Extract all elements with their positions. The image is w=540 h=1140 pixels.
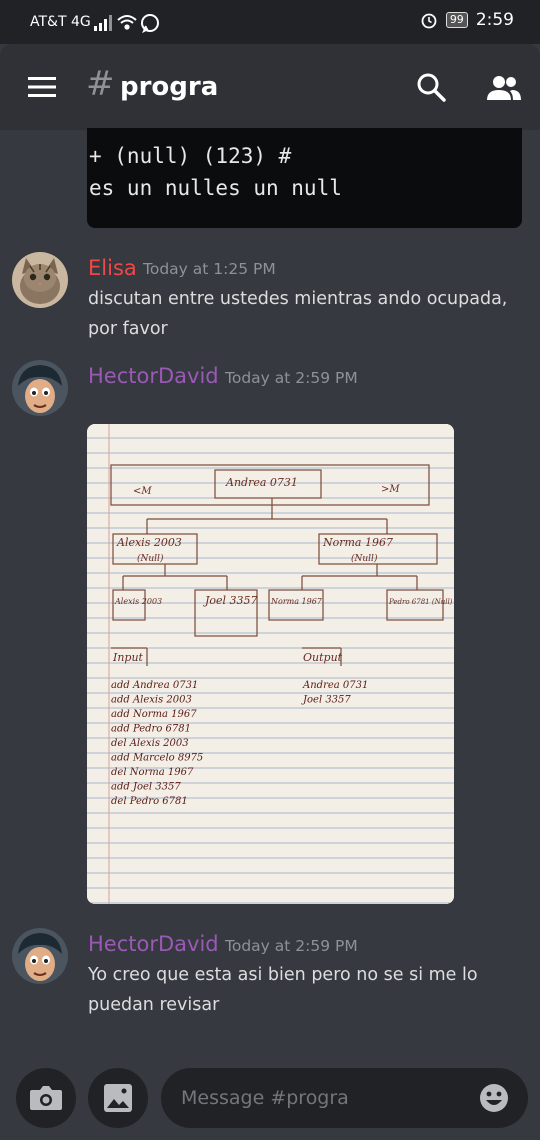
input-line: del Pedro 6781: [111, 796, 188, 807]
tree-node: Norma 1967: [322, 536, 393, 549]
carrier-label: AT&T 4G: [30, 14, 91, 30]
tree-label-left: <M: [133, 486, 152, 497]
members-icon[interactable]: [486, 74, 522, 102]
input-line: add Marcelo 8975: [111, 753, 203, 764]
author-name[interactable]: HectorDavid: [88, 364, 219, 388]
timestamp: Today at 2:59 PM: [225, 369, 358, 387]
input-line: del Alexis 2003: [111, 738, 189, 749]
signal-icon: [94, 15, 112, 31]
timestamp: Today at 1:25 PM: [143, 260, 276, 278]
tree-leaf: Alexis 2003: [114, 597, 162, 606]
signal-wifi-whatsapp-icons: [94, 14, 159, 34]
camera-button[interactable]: [16, 1068, 76, 1128]
wifi-icon: [117, 15, 137, 30]
camera-icon: [30, 1086, 62, 1110]
tree-node: (Null): [137, 553, 164, 564]
input-line: add Andrea 0731: [111, 680, 198, 691]
code-line: es un nulles un null: [89, 176, 342, 200]
tree-root: Andrea 0731: [225, 476, 298, 489]
author-name[interactable]: HectorDavid: [88, 932, 219, 956]
battery-icon: 99: [445, 12, 468, 28]
status-right: 99 2:59: [420, 10, 514, 30]
emoji-icon[interactable]: [478, 1082, 510, 1114]
output-line: Andrea 0731: [302, 680, 368, 691]
tree-label-right: >M: [381, 484, 400, 495]
tree-node: Alexis 2003: [116, 536, 182, 549]
search-icon[interactable]: [416, 72, 446, 102]
message-text: discutan entre ustedes mientras ando ocu…: [88, 289, 508, 339]
channel-title: progra: [120, 72, 219, 102]
message-text: Yo creo que esta asi bien pero no se si …: [88, 965, 478, 1015]
message-input[interactable]: [179, 1082, 463, 1114]
tree-leaf: Norma 1967: [270, 597, 323, 606]
image-attachment[interactable]: <M >M Andrea 0731 Alexis 2003 (Null) Nor…: [87, 424, 454, 904]
image-button[interactable]: [88, 1068, 148, 1128]
alarm-icon: [421, 13, 437, 29]
output-header: Output: [303, 651, 343, 664]
channel-hash-icon: #: [86, 64, 115, 104]
clock: 2:59: [475, 10, 514, 30]
hamburger-menu-icon[interactable]: [28, 76, 56, 98]
code-block: + (null) (123) # es un nulles un null: [87, 128, 522, 228]
tree-leaf: Pedro 6781 (Null): [388, 598, 453, 606]
input-line: add Alexis 2003: [111, 695, 192, 706]
output-line: Joel 3357: [301, 695, 351, 706]
message-input-container: [161, 1068, 528, 1128]
avatar[interactable]: [12, 252, 68, 308]
channel-header: # progra: [0, 44, 540, 130]
cartoon-face-avatar-icon: [12, 360, 68, 416]
status-bar: AT&T 4G 99 2:59: [0, 0, 540, 44]
message-composer: [0, 1062, 540, 1140]
whatsapp-icon: [141, 14, 159, 34]
tree-leaf: Joel 3357: [203, 594, 258, 607]
input-line: del Norma 1967: [111, 767, 194, 778]
avatar[interactable]: [12, 928, 68, 984]
cat-avatar-icon: [12, 252, 68, 308]
tree-node: (Null): [351, 553, 378, 564]
author-name[interactable]: Elisa: [88, 256, 137, 280]
cartoon-face-avatar-icon: [12, 928, 68, 984]
code-line: + (null) (123) #: [89, 144, 292, 168]
input-header: Input: [112, 651, 144, 664]
input-line: add Norma 1967: [111, 709, 197, 720]
timestamp: Today at 2:59 PM: [225, 937, 358, 955]
image-icon: [104, 1084, 132, 1112]
avatar[interactable]: [12, 360, 68, 416]
handwritten-notes-image: <M >M Andrea 0731 Alexis 2003 (Null) Nor…: [87, 424, 454, 904]
input-line: add Pedro 6781: [111, 724, 191, 735]
input-line: add Joel 3357: [111, 782, 181, 793]
